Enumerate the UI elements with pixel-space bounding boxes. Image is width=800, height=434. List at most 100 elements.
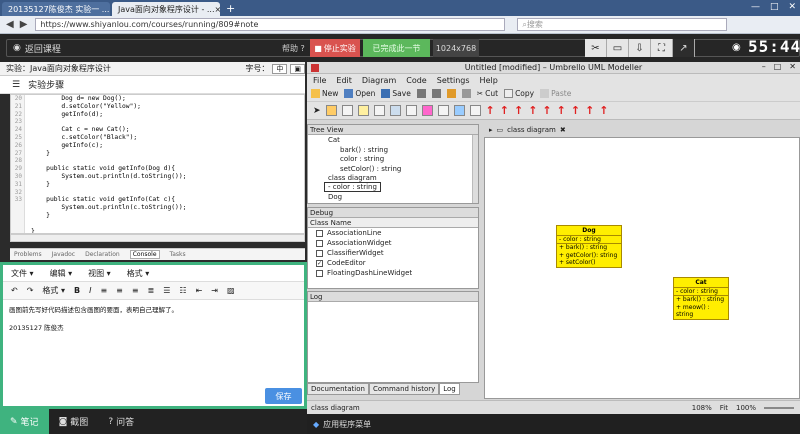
text-tool-icon[interactable] <box>437 105 449 116</box>
class-tool-icon[interactable] <box>325 105 337 116</box>
select-arrow-icon[interactable]: ➤ <box>313 106 321 116</box>
datatype-tool-icon[interactable] <box>373 105 385 116</box>
tree-item[interactable]: setColor() : string <box>328 165 478 175</box>
enum-tool-icon[interactable] <box>389 105 401 116</box>
close-window-icon[interactable]: ✕ <box>788 2 796 12</box>
cut-button[interactable]: ✂ Cut <box>477 89 498 98</box>
directional-arrow-icon[interactable]: ↑ <box>500 104 509 117</box>
class-name-column[interactable]: Class Name <box>308 218 478 228</box>
tab-problems[interactable]: Problems <box>14 251 42 258</box>
browser-tab-1[interactable]: 20135127陈俊杰 实验一 ...× <box>2 2 110 16</box>
numbered-list-icon[interactable]: ☷ <box>179 286 186 295</box>
code-editor[interactable]: 20 21 22 23 24 25 26 27 28 29 30 31 32 33 Dog d= new … <box>10 94 305 234</box>
print-preview-icon[interactable] <box>431 89 441 98</box>
help-link[interactable]: 帮助 ? <box>282 43 305 54</box>
menu-code[interactable]: Code <box>406 76 426 85</box>
fullscreen-icon[interactable]: ⛶ <box>651 39 673 57</box>
font-size-select[interactable]: 中 <box>272 63 288 74</box>
fit-button[interactable]: Fit <box>720 404 728 412</box>
box-tool-icon[interactable] <box>453 105 465 116</box>
finish-section-button[interactable]: 已完成此一节 <box>363 39 430 57</box>
justify-icon[interactable]: ≣ <box>148 286 155 295</box>
close-icon[interactable]: × <box>215 5 221 14</box>
maximize-icon[interactable]: □ <box>770 2 779 12</box>
tab-declaration[interactable]: Declaration <box>85 251 120 258</box>
pin-icon[interactable]: ▣ <box>290 63 305 74</box>
tab-command-history[interactable]: Command history <box>368 383 440 395</box>
undo-icon[interactable]: ↶ <box>11 286 18 295</box>
menu-diagram[interactable]: Diagram <box>362 76 396 85</box>
menu-view[interactable]: 视图 ▾ <box>88 268 111 279</box>
anchor-tool-icon[interactable] <box>469 105 481 116</box>
resolution-select[interactable]: 1024x768 <box>433 39 479 57</box>
browser-tab-2[interactable]: Java面向对象程序设计 - ... × <box>112 2 220 16</box>
screen-icon[interactable]: ▭ <box>607 39 629 57</box>
maximize-icon[interactable]: □ <box>774 62 782 71</box>
notes-tab[interactable]: ✎ 笔记 <box>0 409 49 434</box>
bold-icon[interactable]: B <box>74 286 80 295</box>
note-tool-icon[interactable] <box>357 105 369 116</box>
scissors-icon[interactable]: ✂ <box>585 39 607 57</box>
menu-settings[interactable]: Settings <box>437 76 470 85</box>
close-icon[interactable]: ✕ <box>789 62 796 71</box>
menu-file[interactable]: 文件 ▾ <box>11 268 34 279</box>
composition-arrow-icon[interactable]: ↑ <box>528 104 537 117</box>
diagram-tab[interactable]: ▸ ▭ class diagram ✖ <box>485 124 566 136</box>
outdent-icon[interactable]: ⇤ <box>196 286 203 295</box>
undo-icon[interactable] <box>446 89 456 98</box>
debug-item[interactable]: FloatingDashLineWidget <box>308 268 478 278</box>
cat-class-box[interactable]: Cat - color : string + bark() : string +… <box>673 277 729 320</box>
close-icon[interactable]: ✖ <box>560 126 566 134</box>
redo-icon[interactable] <box>461 89 471 98</box>
diagram-canvas[interactable]: Dog - color : string + bark() : string +… <box>484 137 800 399</box>
style-select[interactable]: 格式 ▾ <box>42 285 65 296</box>
minimize-icon[interactable]: – <box>762 62 766 71</box>
align-center-icon[interactable]: ≡ <box>116 286 123 295</box>
realization-arrow-icon[interactable]: ↑ <box>571 104 580 117</box>
containment-arrow-icon[interactable]: ↑ <box>585 104 594 117</box>
url-input[interactable]: https://www.shiyanlou.com/courses/runnin… <box>35 18 506 31</box>
new-button[interactable]: New <box>311 89 338 98</box>
indent-icon[interactable]: ⇥ <box>211 286 218 295</box>
debug-item[interactable]: ✓ CodeEditor <box>308 258 478 268</box>
debug-item[interactable]: ClassifierWidget <box>308 248 478 258</box>
dependency-arrow-icon[interactable]: ↑ <box>557 104 566 117</box>
print-icon[interactable] <box>416 89 426 98</box>
menu-edit[interactable]: 编辑 ▾ <box>50 268 73 279</box>
external-link-icon[interactable]: ↗ <box>673 39 695 57</box>
image-icon[interactable]: ▨ <box>227 286 235 295</box>
note-content[interactable]: 画图前先写好代码描述包含画图的要面，表明自己理解了。 20135127 陈俊杰 <box>3 300 304 339</box>
tab-javadoc[interactable]: Javadoc <box>52 251 75 258</box>
tree-item[interactable]: Cat <box>328 136 478 146</box>
minimize-icon[interactable]: — <box>751 2 760 12</box>
tab-console[interactable]: Console <box>129 250 160 259</box>
save-button[interactable]: 保存 <box>265 388 302 404</box>
checkbox[interactable] <box>316 269 323 277</box>
back-arrow-icon[interactable]: ◀ <box>6 19 14 30</box>
eye-icon[interactable]: ◉ <box>732 42 741 53</box>
steps-header[interactable]: ☰ 实验步骤 <box>0 76 305 94</box>
italic-icon[interactable]: I <box>89 286 91 295</box>
save-button[interactable]: Save <box>381 89 411 98</box>
close-icon[interactable]: × <box>109 5 110 14</box>
menu-help[interactable]: Help <box>480 76 498 85</box>
entity-tool-icon[interactable] <box>421 105 433 116</box>
paste-button[interactable]: Paste <box>540 89 571 98</box>
app-menu-icon[interactable]: ◆ <box>313 420 319 429</box>
checkbox[interactable] <box>316 249 323 257</box>
stop-experiment-button[interactable]: ■ 停止实验 <box>310 39 360 57</box>
app-menu-label[interactable]: 应用程序菜单 <box>323 419 371 430</box>
tree-item[interactable]: color : string <box>328 155 478 165</box>
checkbox[interactable] <box>316 229 323 237</box>
horizontal-scrollbar[interactable] <box>10 234 305 242</box>
tab-tasks[interactable]: Tasks <box>170 251 186 258</box>
zoom-100-button[interactable]: 100% <box>736 404 756 412</box>
anchor-arrow-icon[interactable]: ↑ <box>599 104 608 117</box>
qa-tab[interactable]: ? 问答 <box>98 409 144 434</box>
menu-file[interactable]: File <box>313 76 326 85</box>
association-arrow-icon[interactable]: ↑ <box>486 104 495 117</box>
checkbox[interactable]: ✓ <box>316 259 323 267</box>
tab-documentation[interactable]: Documentation <box>307 383 369 395</box>
debug-item[interactable]: AssociationWidget <box>308 238 478 248</box>
bullet-list-icon[interactable]: ☰ <box>163 286 170 295</box>
